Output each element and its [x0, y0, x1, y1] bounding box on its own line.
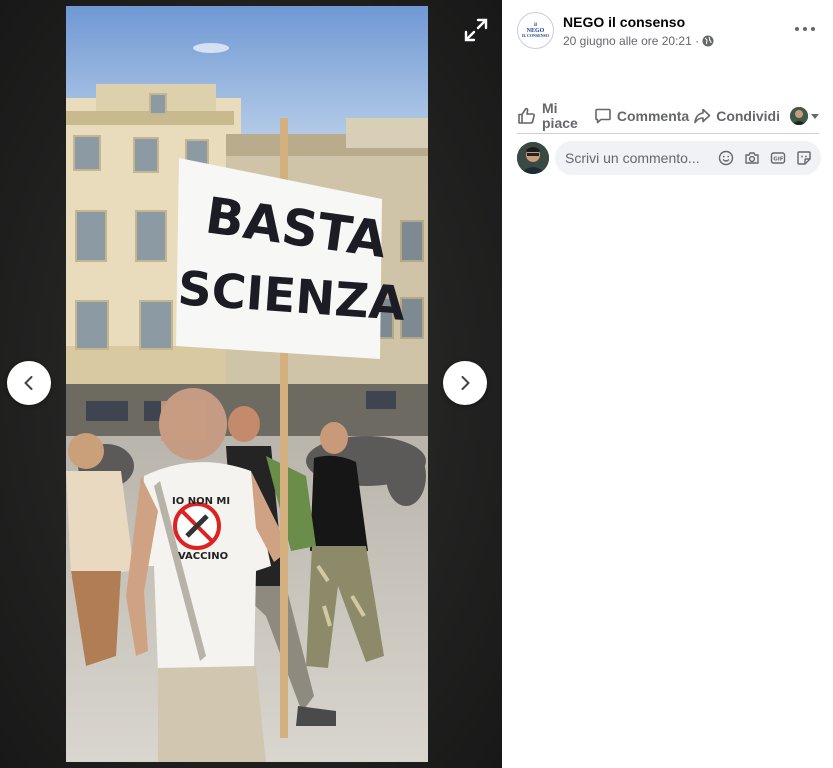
- emoji-icon[interactable]: [717, 149, 735, 167]
- shirt-line-1: IO NON MI: [172, 496, 230, 507]
- avatar: [790, 106, 808, 125]
- page-avatar[interactable]: il NEGO IL CONSENSO: [517, 12, 554, 49]
- shirt-line-2: VACCINO: [178, 551, 228, 562]
- post-timestamp-row: 20 giugno alle ore 20:21 ·: [563, 34, 714, 48]
- globe-icon: [702, 35, 714, 46]
- avatar-text-3: IL CONSENSO: [521, 33, 549, 38]
- share-button[interactable]: Condividi: [693, 107, 780, 125]
- comment-composer: GIF: [517, 141, 821, 175]
- post-as-selector[interactable]: [790, 106, 819, 125]
- post-photo: BASTA SCIENZA IO NON MI VACCINO: [66, 6, 428, 762]
- share-icon: [694, 108, 711, 123]
- like-button[interactable]: Mi piace: [517, 99, 588, 131]
- comment-input[interactable]: [565, 150, 717, 166]
- comment-label: Commenta: [616, 107, 690, 124]
- next-photo-button[interactable]: [443, 361, 487, 405]
- previous-photo-button[interactable]: [7, 361, 51, 405]
- comment-tools: GIF: [717, 149, 813, 167]
- svg-text:GIF: GIF: [773, 157, 784, 163]
- post-header: il NEGO IL CONSENSO NEGO il consenso 20 …: [517, 12, 714, 49]
- page-name[interactable]: NEGO il consenso: [563, 14, 714, 30]
- chevron-left-icon: [24, 376, 33, 390]
- action-bar: Mi piace Commenta Condividi: [517, 98, 819, 134]
- sticker-icon[interactable]: [795, 149, 813, 167]
- gif-icon[interactable]: GIF: [769, 149, 787, 167]
- post-meta: NEGO il consenso 20 giugno alle ore 20:2…: [563, 14, 714, 48]
- photo-viewer: BASTA SCIENZA IO NON MI VACCINO: [0, 0, 502, 768]
- comment-box: GIF: [555, 141, 821, 175]
- chevron-right-icon: [461, 376, 470, 390]
- expand-icon[interactable]: [462, 16, 490, 44]
- post-side-panel: il NEGO IL CONSENSO NEGO il consenso 20 …: [502, 0, 833, 768]
- caret-down-icon: [811, 113, 819, 119]
- comment-button[interactable]: Commenta: [594, 107, 689, 125]
- share-label: Condividi: [716, 107, 780, 124]
- camera-icon[interactable]: [743, 149, 761, 167]
- more-options-icon[interactable]: [795, 22, 815, 36]
- comment-icon: [595, 108, 611, 123]
- post-timestamp[interactable]: 20 giugno alle ore 20:21 ·: [563, 34, 699, 48]
- avatar[interactable]: [517, 142, 549, 174]
- thumbs-up-icon: [518, 107, 535, 124]
- like-label: Mi piace: [542, 99, 578, 131]
